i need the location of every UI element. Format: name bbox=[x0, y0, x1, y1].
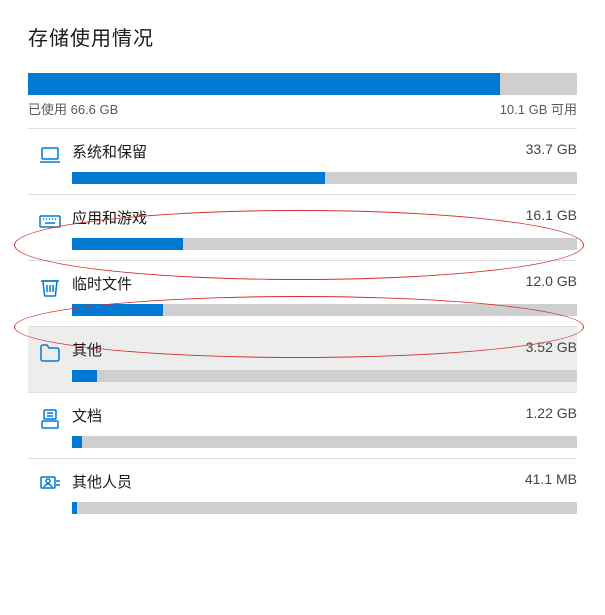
category-bar bbox=[72, 304, 577, 316]
free-label: 10.1 GB 可用 bbox=[500, 99, 577, 118]
documents-icon bbox=[28, 405, 72, 431]
category-content: 临时文件 12.0 GB bbox=[72, 273, 577, 316]
used-label: 已使用 66.6 GB bbox=[28, 99, 118, 118]
category-content: 其他人员 41.1 MB bbox=[72, 471, 577, 514]
trash-icon bbox=[28, 273, 72, 299]
category-size: 33.7 GB bbox=[526, 141, 577, 162]
category-name: 其他人员 bbox=[72, 471, 132, 492]
category-bar bbox=[72, 370, 577, 382]
category-bar-fill bbox=[72, 436, 82, 448]
category-bar-fill bbox=[72, 304, 163, 316]
category-size: 1.22 GB bbox=[526, 405, 577, 426]
category-name: 系统和保留 bbox=[72, 141, 147, 162]
category-name: 其他 bbox=[72, 339, 102, 360]
category-row[interactable]: 其他人员 41.1 MB bbox=[28, 458, 577, 524]
category-row[interactable]: 系统和保留 33.7 GB bbox=[28, 128, 577, 194]
category-size: 41.1 MB bbox=[525, 471, 577, 492]
category-bar bbox=[72, 436, 577, 448]
total-usage-labels: 已使用 66.6 GB 10.1 GB 可用 bbox=[28, 99, 577, 118]
laptop-icon bbox=[28, 141, 72, 167]
category-size: 3.52 GB bbox=[526, 339, 577, 360]
page-title: 存储使用情况 bbox=[28, 22, 577, 51]
total-usage-bar bbox=[28, 73, 577, 95]
category-size: 12.0 GB bbox=[526, 273, 577, 294]
category-bar-fill bbox=[72, 502, 77, 514]
total-usage-fill bbox=[28, 73, 500, 95]
category-bar bbox=[72, 172, 577, 184]
category-bar bbox=[72, 238, 577, 250]
category-name: 文档 bbox=[72, 405, 102, 426]
category-row[interactable]: 应用和游戏 16.1 GB bbox=[28, 194, 577, 260]
category-bar-fill bbox=[72, 370, 97, 382]
people-icon bbox=[28, 471, 72, 497]
category-row[interactable]: 临时文件 12.0 GB bbox=[28, 260, 577, 326]
category-row[interactable]: 其他 3.52 GB bbox=[28, 326, 577, 392]
category-row[interactable]: 文档 1.22 GB bbox=[28, 392, 577, 458]
folder-icon bbox=[28, 339, 72, 365]
category-content: 文档 1.22 GB bbox=[72, 405, 577, 448]
category-bar-fill bbox=[72, 238, 183, 250]
category-content: 系统和保留 33.7 GB bbox=[72, 141, 577, 184]
category-name: 应用和游戏 bbox=[72, 207, 147, 228]
category-bar-fill bbox=[72, 172, 325, 184]
category-bar bbox=[72, 502, 577, 514]
category-content: 其他 3.52 GB bbox=[72, 339, 577, 382]
category-content: 应用和游戏 16.1 GB bbox=[72, 207, 577, 250]
category-size: 16.1 GB bbox=[526, 207, 577, 228]
category-name: 临时文件 bbox=[72, 273, 132, 294]
keyboard-icon bbox=[28, 207, 72, 233]
